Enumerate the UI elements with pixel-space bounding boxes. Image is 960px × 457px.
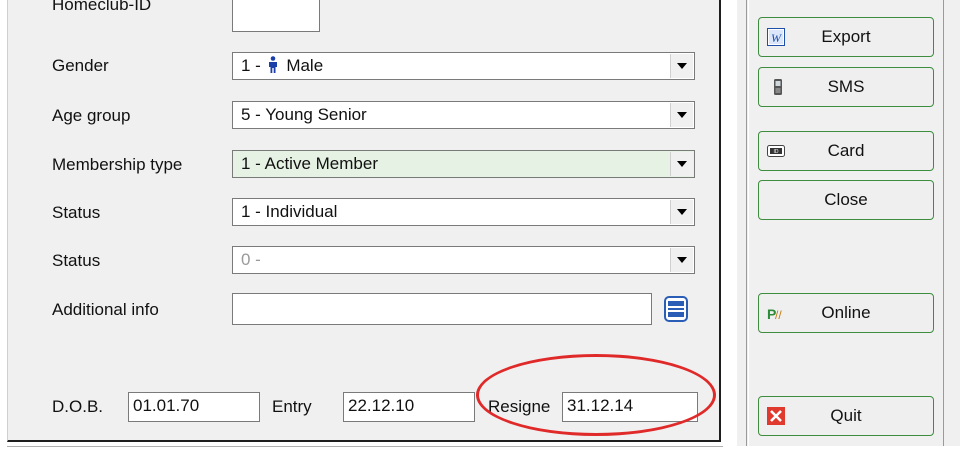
edit-icon[interactable] (664, 296, 688, 322)
age-group-label: Age group (52, 106, 131, 125)
additional-info-label: Additional info (52, 300, 159, 319)
status-secondary-select[interactable]: 0 - (232, 246, 695, 274)
gender-label: Gender (52, 56, 109, 75)
entry-date-value: 22.12.10 (348, 396, 415, 415)
status-secondary-value: 0 - (241, 250, 261, 269)
chevron-down-icon[interactable] (670, 54, 693, 78)
highlight-ellipse (476, 354, 716, 436)
status-value: 1 - Individual (241, 202, 338, 221)
status-secondary-label: Status (52, 251, 101, 270)
quit-label: Quit (830, 406, 862, 425)
card-button[interactable]: ID Card (758, 131, 934, 171)
sms-button[interactable]: SMS (758, 67, 934, 107)
additional-info-field[interactable] (232, 293, 652, 325)
close-label: Close (824, 190, 868, 209)
close-button[interactable]: Close (758, 180, 934, 220)
entry-date-field[interactable]: 22.12.10 (343, 392, 475, 422)
age-group-value: 5 - Young Senior (241, 105, 367, 124)
chevron-down-icon[interactable] (670, 103, 693, 127)
sidebar-divider-right (943, 0, 944, 446)
membership-type-select[interactable]: 1 - Active Member (232, 150, 695, 178)
card-label: Card (827, 141, 865, 160)
gender-select[interactable]: 1 - Male (232, 52, 695, 80)
homeclub-id-label: Homeclub-ID (52, 0, 152, 14)
dob-value: 01.01.70 (133, 396, 200, 415)
gender-value: 1 - Male (241, 56, 323, 76)
quit-button[interactable]: Quit (758, 396, 934, 436)
dob-field[interactable]: 01.01.70 (128, 392, 260, 422)
male-person-icon (268, 56, 277, 73)
dob-label: D.O.B. (52, 397, 104, 416)
homeclub-id-field[interactable] (232, 0, 320, 32)
membership-type-label: Membership type (52, 155, 183, 174)
age-group-select[interactable]: 5 - Young Senior (232, 101, 695, 129)
sidebar-divider-highlight (748, 0, 749, 446)
membership-type-value: 1 - Active Member (241, 154, 378, 173)
gender-code: 1 - (241, 56, 261, 75)
sidebar-divider (746, 0, 747, 446)
panel-divider (7, 446, 723, 447)
chevron-down-icon[interactable] (670, 200, 693, 224)
status-label: Status (52, 203, 101, 222)
sidebar-bottom-strip (737, 446, 960, 457)
sms-label: SMS (827, 77, 865, 96)
status-select[interactable]: 1 - Individual (232, 198, 695, 226)
export-button[interactable]: W Export (758, 17, 934, 57)
chevron-down-icon[interactable] (670, 248, 693, 272)
entry-label: Entry (272, 397, 312, 416)
online-button[interactable]: P // Online (758, 293, 934, 333)
online-label: Online (821, 303, 871, 322)
gender-text: Male (286, 56, 324, 75)
export-label: Export (821, 27, 871, 46)
chevron-down-icon[interactable] (670, 152, 693, 176)
